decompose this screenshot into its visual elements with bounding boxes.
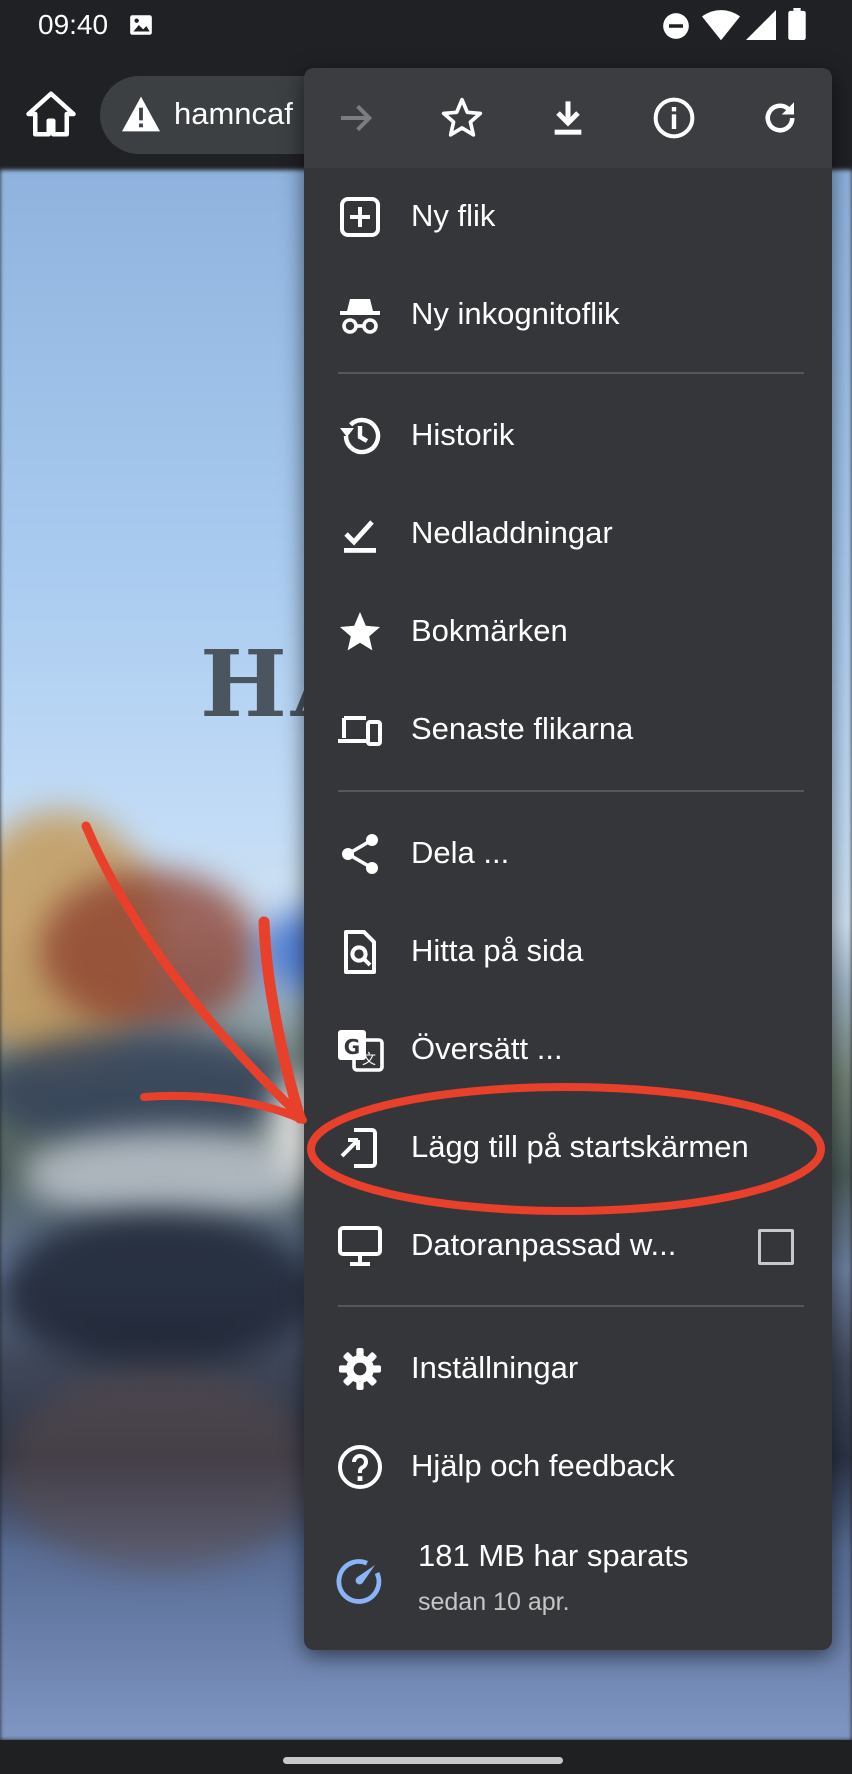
forward-icon (341, 104, 373, 132)
find-in-page-icon (336, 928, 384, 976)
menu-item-share[interactable]: Dela ... (304, 805, 832, 903)
star-outline-icon (441, 97, 483, 137)
svg-text:G: G (344, 1035, 360, 1059)
menu-item-label: Historik (411, 417, 515, 452)
download-icon (554, 101, 582, 135)
share-icon (336, 830, 384, 878)
menu-item-label: Hitta på sida (411, 933, 584, 968)
menu-item-desktop-site[interactable]: Datoranpassad w... (304, 1197, 832, 1295)
download-button[interactable] (538, 88, 598, 148)
signal-icon (746, 10, 776, 45)
status-time: 09:40 (38, 9, 109, 40)
menu-item-find-in-page[interactable]: Hitta på sida (304, 903, 832, 1001)
warning-icon[interactable] (122, 96, 160, 137)
speedometer-icon (336, 1556, 384, 1604)
menu-item-label: Översätt ... (411, 1031, 563, 1066)
menu-item-incognito[interactable]: Ny inkognitoflik (304, 266, 832, 364)
devices-icon (336, 706, 384, 754)
menu-item-label: Senaste flikarna (411, 711, 634, 746)
menu-item-label: Ny flik (411, 198, 496, 233)
home-icon (26, 91, 76, 137)
menu-item-history[interactable]: Historik (304, 387, 832, 485)
add-to-home-icon (336, 1124, 384, 1172)
page-info-button[interactable] (644, 88, 704, 148)
star-icon (336, 608, 384, 656)
desktop-site-checkbox[interactable] (758, 1229, 794, 1265)
menu-item-recent-tabs[interactable]: Senaste flikarna (304, 681, 832, 779)
refresh-icon (765, 102, 795, 133)
translate-icon: G文 (336, 1026, 384, 1074)
menu-item-label: Nedladdningar (411, 515, 613, 550)
menu-item-label: Dela ... (411, 835, 510, 870)
menu-item-label: Lägg till på startskärmen (411, 1129, 749, 1164)
menu-item-label: Ny inkognitoflik (411, 296, 620, 331)
menu-item-bookmarks[interactable]: Bokmärken (304, 583, 832, 681)
url-text[interactable]: hamncaf (174, 96, 293, 132)
settings-icon (336, 1345, 384, 1393)
dnd-icon (662, 12, 690, 45)
desktop-icon (336, 1222, 384, 1270)
bookmark-button[interactable] (432, 88, 492, 148)
menu-item-new-tab[interactable]: Ny flik (304, 168, 832, 266)
data-saver-sublabel: sedan 10 apr. (418, 1588, 570, 1616)
menu-item-translate[interactable]: G文 Översätt ... (304, 1001, 832, 1099)
battery-icon (788, 8, 806, 45)
incognito-icon (336, 291, 384, 339)
wifi-icon (702, 10, 740, 47)
menu-item-label: Inställningar (411, 1350, 579, 1385)
menu-item-downloads[interactable]: Nedladdningar (304, 485, 832, 583)
menu-item-label: Datoranpassad w... (411, 1227, 677, 1262)
menu-item-add-to-home-screen[interactable]: Lägg till på startskärmen (304, 1099, 832, 1197)
svg-text:文: 文 (362, 1052, 376, 1068)
menu-toolbar (304, 68, 832, 168)
menu-item-label: Hjälp och feedback (411, 1448, 675, 1483)
menu-item-data-saver[interactable]: 181 MB har sparats sedan 10 apr. (304, 1516, 832, 1634)
image-icon (128, 12, 154, 43)
menu-item-label: Bokmärken (411, 613, 568, 648)
gesture-handle[interactable] (283, 1757, 563, 1764)
info-icon (653, 97, 695, 139)
home-button[interactable] (24, 87, 78, 141)
status-bar: 09:40 (0, 0, 852, 52)
menu-divider (338, 372, 804, 374)
menu-item-help[interactable]: Hjälp och feedback (304, 1418, 832, 1516)
menu-divider (338, 1305, 804, 1307)
menu-divider (338, 790, 804, 792)
help-icon (336, 1443, 384, 1491)
overflow-menu: Ny flik Ny inkognitoflik Historik Nedlad… (304, 68, 832, 1650)
refresh-button[interactable] (750, 88, 810, 148)
history-icon (336, 412, 384, 460)
data-saver-label: 181 MB har sparats (418, 1538, 689, 1573)
downloads-icon (336, 510, 384, 558)
menu-item-settings[interactable]: Inställningar (304, 1320, 832, 1418)
forward-button[interactable] (326, 88, 386, 148)
new-tab-icon (336, 193, 384, 241)
